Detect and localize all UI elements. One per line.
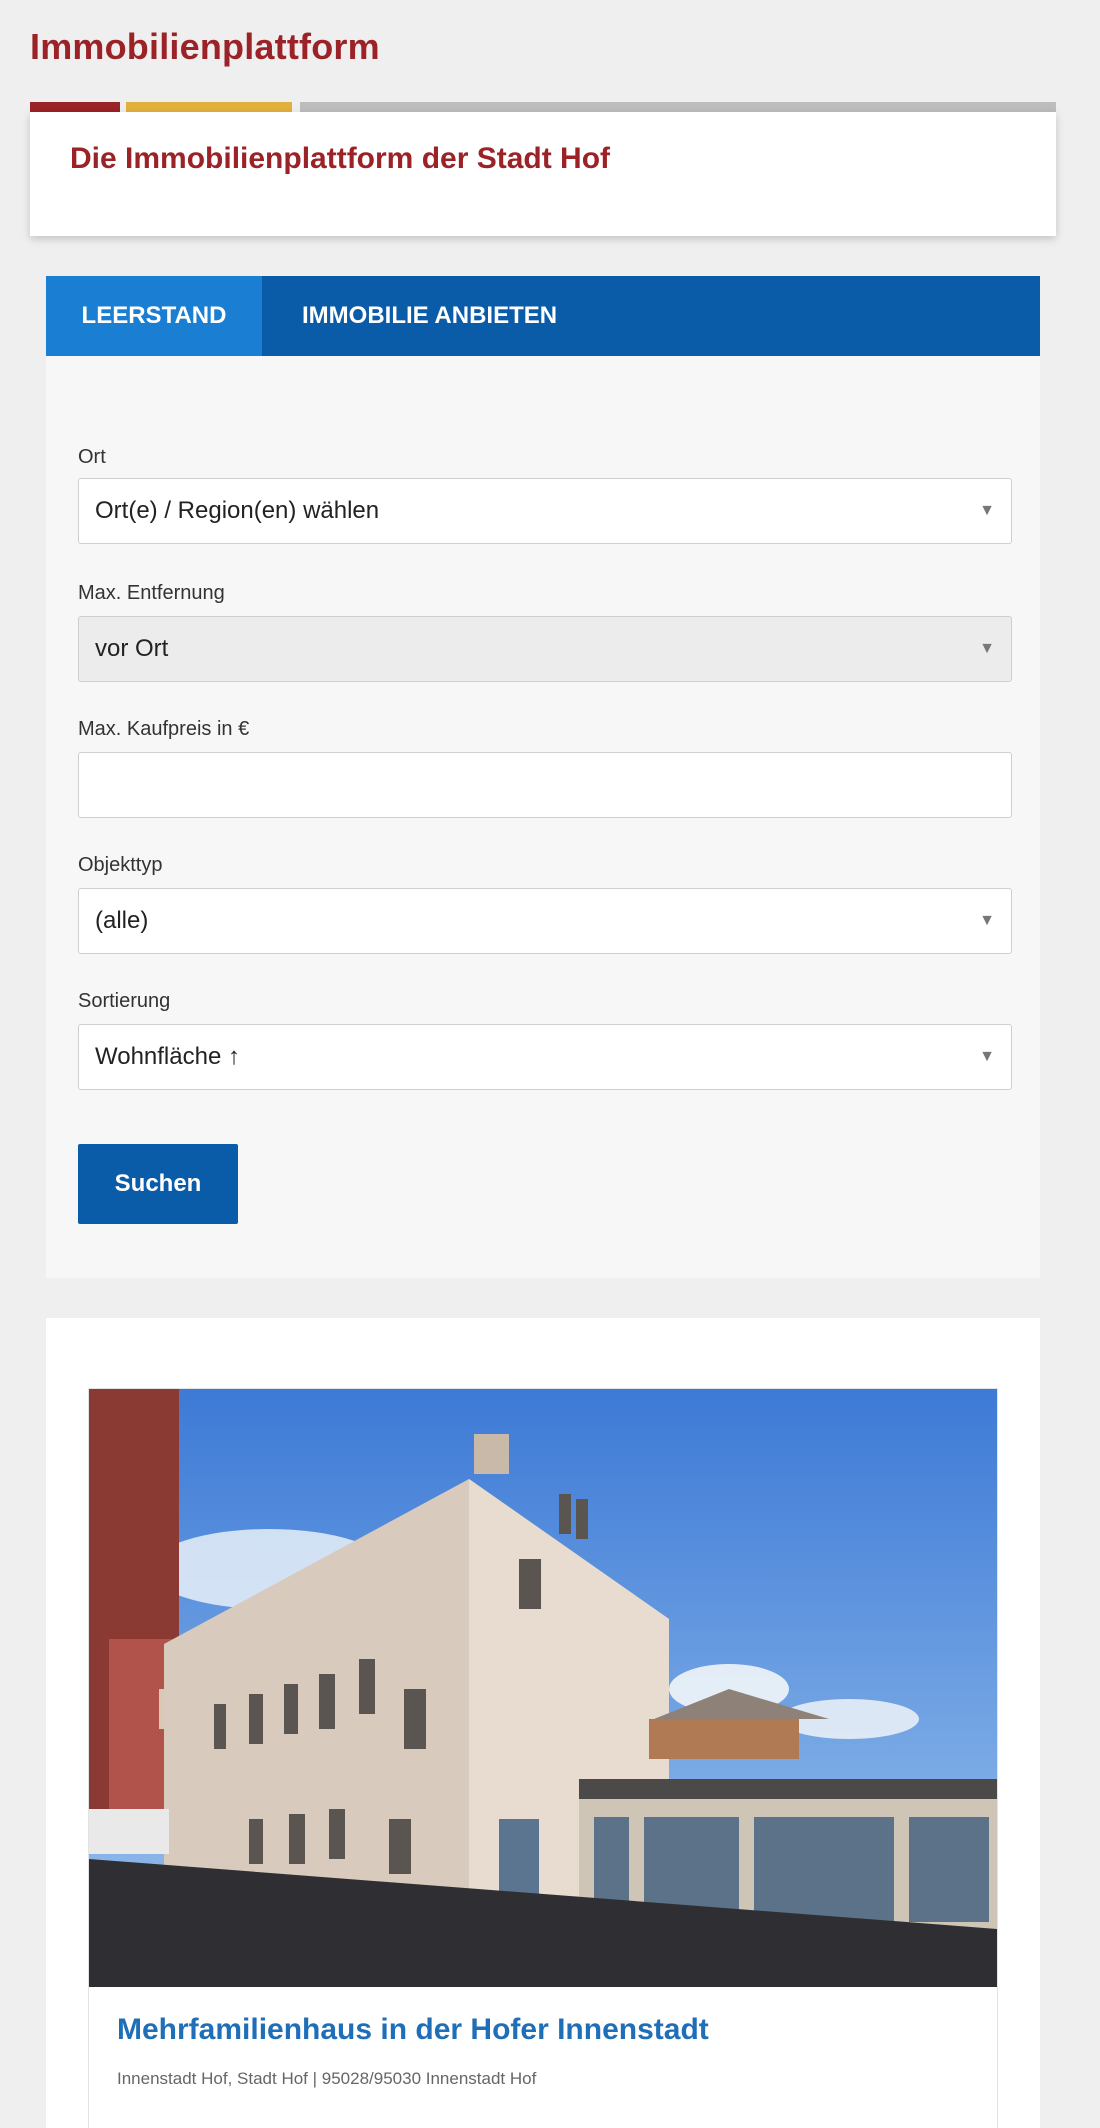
brand-color-bar <box>30 102 1056 112</box>
chevron-down-icon: ▼ <box>979 502 995 519</box>
ort-label: Ort <box>78 446 106 468</box>
price-label: Max. Kaufpreis in € <box>78 718 250 740</box>
result-title[interactable]: Mehrfamilienhaus in der Hofer Innenstadt <box>117 2013 709 2047</box>
tab-leerstand[interactable]: LEERSTAND <box>46 276 262 356</box>
ort-select-value: Ort(e) / Region(en) wählen <box>95 497 380 524</box>
intro-title: Die Immobilienplattform der Stadt Hof <box>70 142 611 175</box>
price-input[interactable] <box>78 752 1012 818</box>
search-form: Ort Ort(e) / Region(en) wählen ▼ Max. En… <box>46 356 1040 1278</box>
ort-select[interactable]: Ort(e) / Region(en) wählen ▼ <box>78 478 1012 544</box>
search-button[interactable]: Suchen <box>78 1144 238 1224</box>
type-select[interactable]: (alle) ▼ <box>78 888 1012 954</box>
sort-label: Sortierung <box>78 990 171 1012</box>
brand-bar-grey <box>300 102 1056 112</box>
property-photo[interactable] <box>89 1389 997 1987</box>
chevron-down-icon: ▼ <box>979 1048 995 1065</box>
sort-select[interactable]: Wohnfläche ↑ ▼ <box>78 1024 1012 1090</box>
sort-select-value: Wohnfläche ↑ <box>95 1043 240 1070</box>
type-label: Objekttyp <box>78 854 163 876</box>
result-location: Innenstadt Hof, Stadt Hof | 95028/95030 … <box>117 2069 537 2088</box>
tab-bar: LEERSTAND IMMOBILIE ANBIETEN <box>46 276 1040 356</box>
intro-box: Die Immobilienplattform der Stadt Hof <box>30 112 1056 236</box>
brand-bar-red <box>30 102 120 112</box>
distance-label: Max. Entfernung <box>78 582 225 604</box>
property-photo-illustration <box>89 1389 997 1987</box>
results-panel: Mehrfamilienhaus in der Hofer Innenstadt… <box>46 1318 1040 2128</box>
chevron-down-icon: ▼ <box>979 640 995 657</box>
site-title[interactable]: Immobilienplattform <box>30 26 380 68</box>
tab-immobilie-anbieten[interactable]: IMMOBILIE ANBIETEN <box>302 276 557 356</box>
chevron-down-icon: ▼ <box>979 912 995 929</box>
distance-select[interactable]: vor Ort ▼ <box>78 616 1012 682</box>
result-card[interactable]: Mehrfamilienhaus in der Hofer Innenstadt… <box>88 1388 998 2128</box>
distance-select-value: vor Ort <box>95 635 169 662</box>
type-select-value: (alle) <box>95 907 149 934</box>
brand-bar-yellow <box>126 102 292 112</box>
